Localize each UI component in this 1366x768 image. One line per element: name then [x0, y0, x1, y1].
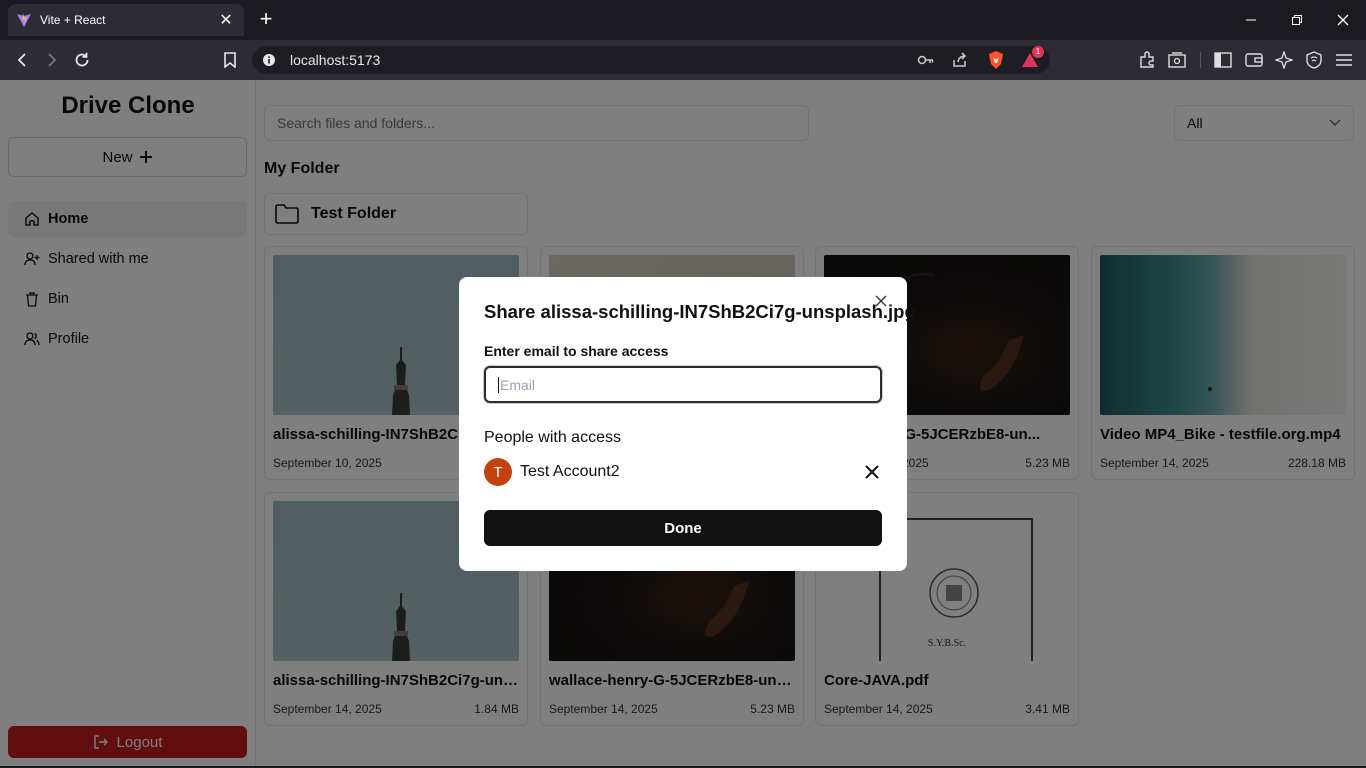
app: Drive Clone New Home Shared with me Bin …: [0, 80, 1366, 766]
extensions-icon[interactable]: [1136, 49, 1158, 71]
email-placeholder: Email: [500, 376, 536, 393]
remove-access-icon[interactable]: [862, 462, 882, 482]
tab-close-icon[interactable]: ✕: [216, 10, 236, 30]
forward-icon[interactable]: [40, 48, 64, 72]
toolbar-divider: [1200, 52, 1201, 68]
address-bar[interactable]: localhost:5173 1: [252, 46, 1050, 74]
menu-icon[interactable]: [1333, 49, 1355, 71]
vpn-icon[interactable]: [1303, 49, 1325, 71]
person-row: T Test Account2: [484, 458, 882, 486]
avatar: T: [484, 458, 512, 486]
vite-logo-icon: [17, 13, 31, 27]
brave-rewards-icon[interactable]: 1: [1020, 46, 1044, 70]
person-name: Test Account2: [520, 463, 620, 480]
back-icon[interactable]: [10, 48, 34, 72]
dialog-title: Share alissa-schilling-IN7ShB2Ci7g-unspl…: [484, 301, 916, 322]
wallet-icon[interactable]: [1243, 49, 1265, 71]
window-close-icon[interactable]: [1328, 8, 1358, 32]
email-label: Enter email to share access: [484, 343, 669, 359]
tab-title: Vite + React: [40, 13, 106, 27]
minimize-icon[interactable]: [1236, 8, 1266, 32]
share-dialog: Share alissa-schilling-IN7ShB2Ci7g-unspl…: [459, 277, 916, 571]
site-info-icon[interactable]: [262, 53, 276, 67]
url-text: localhost:5173: [290, 52, 381, 68]
share-icon[interactable]: [950, 50, 970, 70]
people-header: People with access: [484, 429, 621, 446]
leo-ai-icon[interactable]: [1273, 49, 1295, 71]
email-input[interactable]: Email: [484, 366, 882, 403]
text-caret: [498, 376, 499, 393]
reload-icon[interactable]: [70, 48, 94, 72]
browser-toolbar: localhost:5173 1: [0, 40, 1366, 80]
key-icon[interactable]: [916, 50, 936, 70]
done-button[interactable]: Done: [484, 510, 882, 546]
bookmark-icon[interactable]: [218, 48, 242, 72]
tab-search-icon[interactable]: [1166, 49, 1188, 71]
notification-badge: 1: [1032, 46, 1044, 58]
restore-icon[interactable]: [1282, 8, 1312, 32]
brave-shields-icon[interactable]: [986, 50, 1006, 70]
sidebar-toggle-icon[interactable]: [1212, 49, 1234, 71]
new-tab-icon[interactable]: +: [254, 8, 278, 32]
browser-tabbar: Vite + React ✕ +: [0, 0, 1366, 40]
dialog-close-icon[interactable]: [873, 293, 889, 309]
browser-tab[interactable]: Vite + React ✕: [8, 4, 244, 36]
